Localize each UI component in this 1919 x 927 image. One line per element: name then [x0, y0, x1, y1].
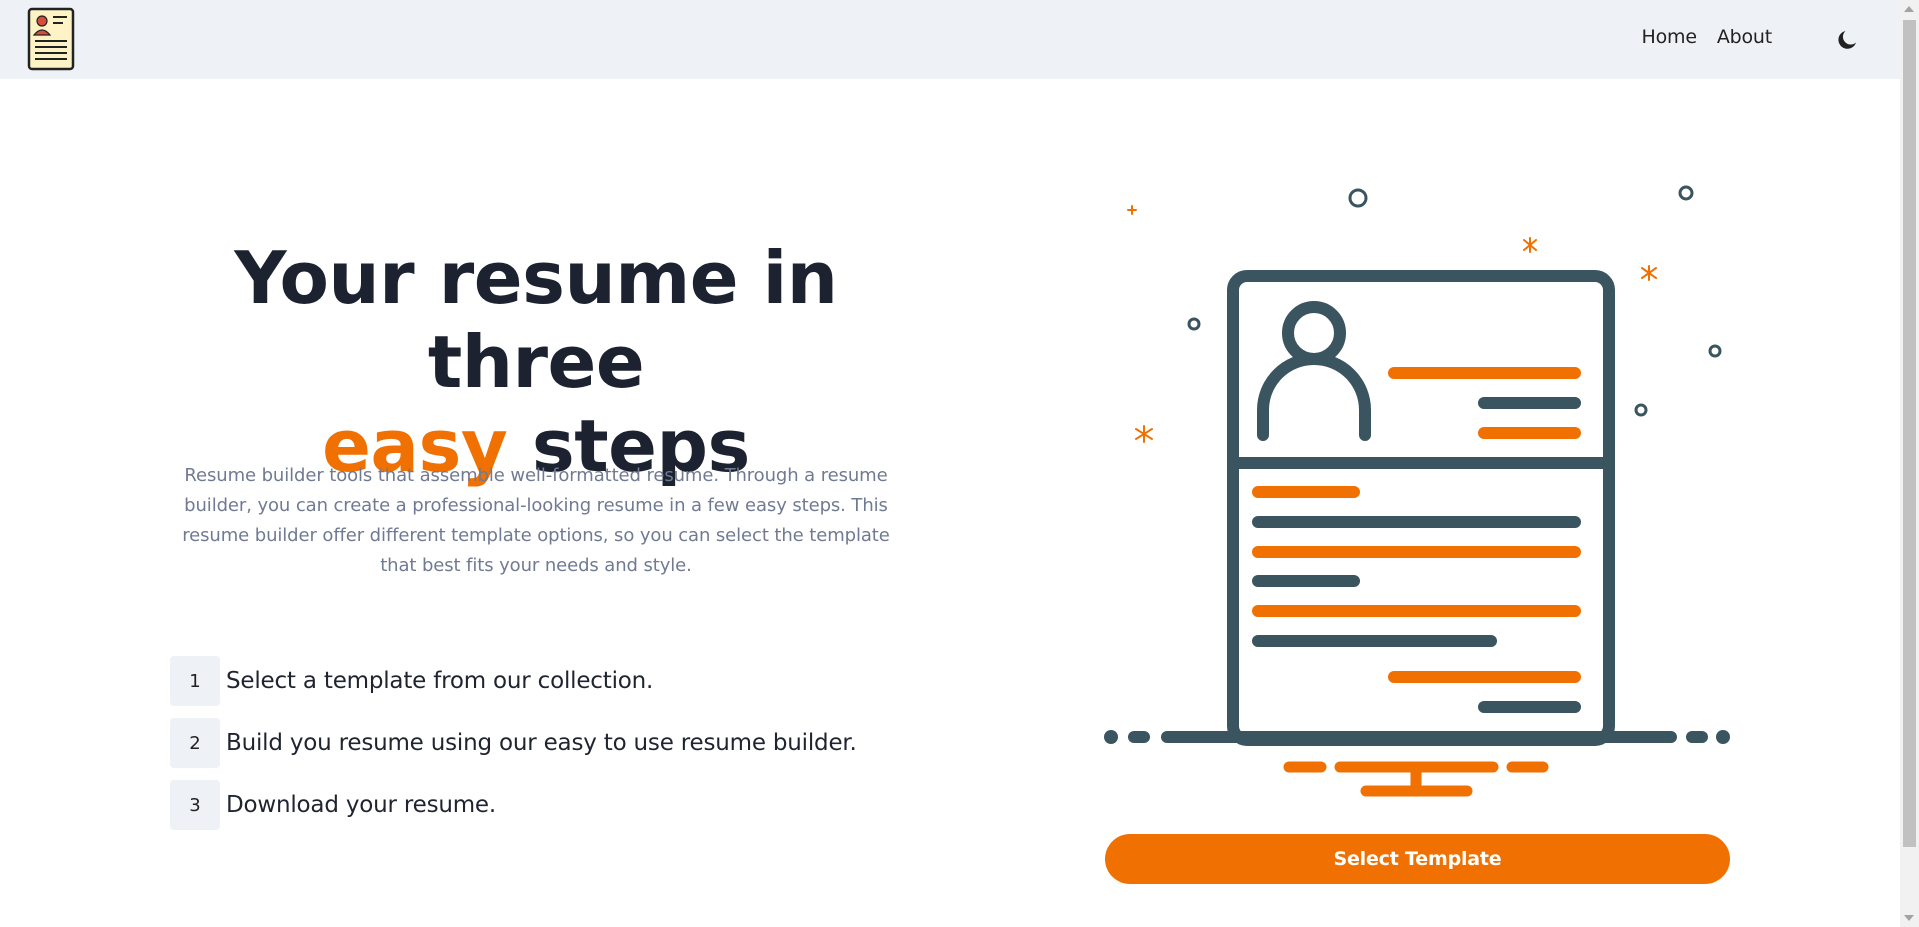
step-text: Select a template from our collection.: [226, 668, 654, 694]
nav-links: Home About: [1642, 26, 1773, 48]
select-template-button[interactable]: Select Template: [1105, 834, 1730, 884]
hero-description: Resume builder tools that assemble well-…: [182, 465, 890, 576]
resume-illustration: [1100, 180, 1740, 810]
resume-logo-icon[interactable]: [27, 7, 75, 71]
nav-link-home[interactable]: Home: [1642, 26, 1698, 48]
nav-link-about[interactable]: About: [1717, 26, 1772, 48]
step-text: Build you resume using our easy to use r…: [226, 730, 857, 756]
moon-icon[interactable]: [1836, 27, 1860, 51]
title-line-1: Your resume in three: [234, 236, 838, 404]
scrollbar[interactable]: [1900, 0, 1919, 927]
step-text: Download your resume.: [226, 792, 496, 818]
step-number: 1: [170, 656, 220, 706]
step-number: 3: [170, 780, 220, 830]
page-title: Your resume in three easy steps: [130, 236, 942, 488]
scroll-up-icon[interactable]: [1904, 6, 1914, 12]
step-number: 2: [170, 718, 220, 768]
scroll-down-icon[interactable]: [1904, 915, 1914, 921]
step-item: 3 Download your resume.: [170, 780, 857, 830]
navbar: Home About: [0, 0, 1900, 79]
scroll-thumb[interactable]: [1903, 20, 1916, 847]
step-item: 2 Build you resume using our easy to use…: [170, 718, 857, 768]
step-item: 1 Select a template from our collection.: [170, 656, 857, 706]
steps-list: 1 Select a template from our collection.…: [170, 656, 857, 842]
